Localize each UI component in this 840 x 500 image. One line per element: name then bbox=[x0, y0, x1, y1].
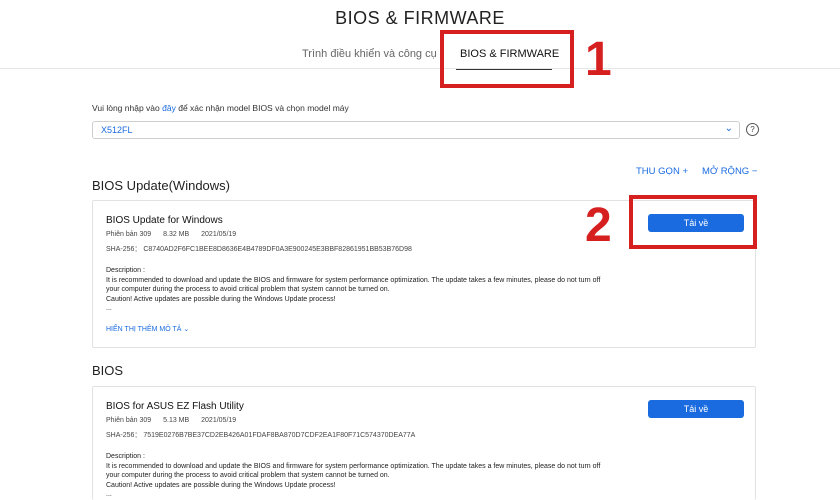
tab-bar: Trình điều khiển và công cụ BIOS & FIRMW… bbox=[0, 48, 840, 70]
size-text: 8.32 MB bbox=[163, 231, 190, 238]
description-line: It is recommended to download and update… bbox=[106, 462, 601, 470]
description-line: ... bbox=[106, 491, 112, 498]
show-more-description-link[interactable]: HIỂN THỊ THÊM MÔ TẢ ⌄ bbox=[106, 325, 189, 333]
description-line: your computer during the process to avoi… bbox=[106, 472, 390, 479]
description-label: Description : bbox=[106, 267, 145, 274]
instruction-text-pre: Vui lòng nhập vào bbox=[92, 103, 160, 113]
version-text: Phiên bản 309 bbox=[106, 417, 152, 424]
header-divider bbox=[0, 68, 840, 69]
description-label: Description : bbox=[106, 453, 145, 460]
size-text: 5.13 MB bbox=[163, 417, 190, 424]
model-select[interactable]: X512FL ⌄ bbox=[92, 121, 740, 139]
sha-text: SHA-256： 7519E0276B7BE37CD2EB426A01FDAF8… bbox=[106, 432, 416, 439]
help-icon[interactable]: ? bbox=[746, 123, 759, 136]
description: Description : It is recommended to downl… bbox=[106, 452, 666, 500]
section-title-bios-update-windows: BIOS Update(Windows) bbox=[92, 178, 230, 193]
section-title-bios: BIOS bbox=[92, 363, 124, 378]
description-line: Caution! Active updates are possible dur… bbox=[106, 295, 336, 303]
card-meta: Phiên bản 309 8.32 MB 2021/05/19 bbox=[106, 231, 246, 238]
annotation-number-1: 1 bbox=[585, 33, 612, 86]
tab-drivers-tools[interactable]: Trình điều khiển và công cụ bbox=[302, 48, 437, 60]
version-text: Phiên bản 309 bbox=[106, 231, 152, 238]
description-line: It is recommended to download and update… bbox=[106, 276, 601, 284]
collapse-all-link[interactable]: THU GỌN + bbox=[636, 166, 688, 177]
description: Description : It is recommended to downl… bbox=[106, 266, 666, 314]
annotation-box-1 bbox=[440, 30, 574, 88]
model-select-value: X512FL bbox=[101, 125, 133, 135]
model-instruction: Vui lòng nhập vào đây để xác nhận model … bbox=[92, 103, 349, 113]
expand-all-link[interactable]: MỞ RỘNG − bbox=[702, 166, 757, 177]
instruction-text-post: để xác nhận model BIOS và chọn model máy bbox=[178, 103, 349, 113]
date-text: 2021/05/19 bbox=[201, 231, 237, 238]
date-text: 2021/05/19 bbox=[201, 417, 237, 424]
sha-text: SHA-256： C8740AD2F6FC1BEE8D8636E4B4789DF… bbox=[106, 246, 412, 253]
page-title: BIOS & FIRMWARE bbox=[335, 8, 505, 28]
chevron-down-icon: ⌄ bbox=[724, 123, 733, 134]
annotation-number-2: 2 bbox=[585, 199, 612, 252]
description-line: your computer during the process to avoi… bbox=[106, 286, 390, 293]
download-card-bios-ez-flash: BIOS for ASUS EZ Flash Utility Phiên bản… bbox=[92, 386, 756, 500]
card-title: BIOS Update for Windows bbox=[106, 215, 223, 226]
instruction-link[interactable]: đây bbox=[162, 103, 176, 113]
card-meta: Phiên bản 309 5.13 MB 2021/05/19 bbox=[106, 417, 246, 424]
card-title: BIOS for ASUS EZ Flash Utility bbox=[106, 401, 244, 412]
download-button[interactable]: Tải về bbox=[648, 400, 744, 418]
annotation-box-2 bbox=[629, 195, 757, 249]
description-line: Caution! Active updates are possible dur… bbox=[106, 481, 336, 489]
description-line: ... bbox=[106, 305, 112, 312]
